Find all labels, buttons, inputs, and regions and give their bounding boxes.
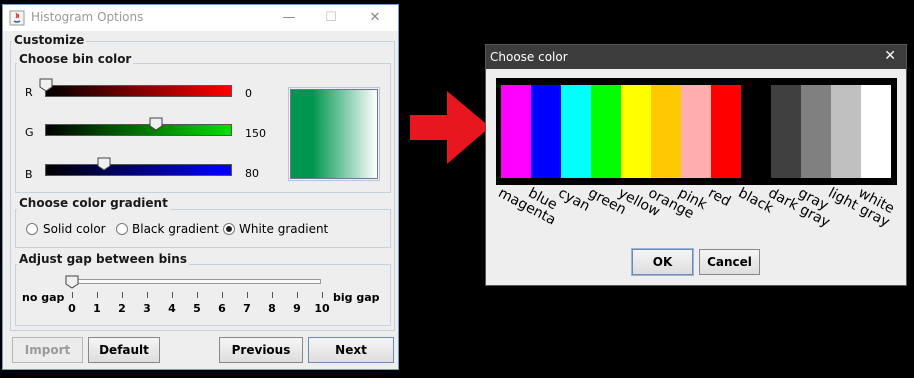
black-gradient-radio[interactable] [116,223,128,235]
color-swatch-light-gray[interactable] [831,85,861,178]
gap-slider-track[interactable] [67,279,321,284]
close-button[interactable]: ✕ [353,8,397,28]
dialog-close-button[interactable]: ✕ [884,48,896,64]
dialog-title-bar[interactable]: Choose color ✕ [486,45,906,69]
color-swatch-red[interactable] [711,85,741,178]
blue-slider-track[interactable] [45,164,232,176]
default-button[interactable]: Default [88,337,160,363]
color-swatch-blue[interactable] [531,85,561,178]
maximize-button[interactable]: ☐ [309,8,353,28]
minimize-button[interactable]: — [267,8,311,28]
green-slider-thumb[interactable] [149,117,163,131]
white-gradient-label[interactable]: White gradient [239,222,328,236]
gap-tick-label: 10 [314,302,330,315]
color-swatch-white[interactable] [861,85,891,178]
gap-tick-label: 8 [268,302,276,315]
blue-value: 80 [245,167,259,180]
red-channel-label: R [25,86,33,99]
color-swatch-pink[interactable] [681,85,711,178]
gap-tick-label: 9 [293,302,301,315]
green-channel-label: G [25,126,34,139]
cancel-button[interactable]: Cancel [699,249,760,275]
gap-tick-label: 0 [68,302,76,315]
gradient-legend: Choose color gradient [17,196,170,210]
color-swatch-yellow[interactable] [621,85,651,178]
title-bar[interactable]: Histogram Options — ☐ ✕ [3,5,398,31]
gap-tick-label: 2 [118,302,126,315]
gap-tick-label: 3 [143,302,151,315]
gap-tick [172,292,173,298]
java-icon [9,10,25,26]
color-swatch-cyan[interactable] [561,85,591,178]
red-slider-thumb[interactable] [39,78,53,92]
gap-tick-label: 6 [218,302,226,315]
gap-tick [72,292,73,298]
arrow-icon [410,91,490,164]
color-swatch-green[interactable] [591,85,621,178]
white-gradient-radio[interactable] [223,223,235,235]
gap-slider-thumb[interactable] [65,275,79,289]
gap-tick [122,292,123,298]
red-value: 0 [245,87,252,100]
histogram-options-window: Histogram Options — ☐ ✕ Customize Choose… [2,4,399,370]
gap-tick [97,292,98,298]
gap-tick-label: 4 [168,302,176,315]
blue-channel-label: B [25,168,33,181]
color-palette [496,78,897,185]
choose-color-dialog: Choose color ✕ magenta blue cyan green yello… [485,44,907,286]
blue-slider-thumb[interactable] [97,157,111,171]
color-label: red [705,185,734,210]
gap-tick [322,292,323,298]
gap-tick [297,292,298,298]
import-button[interactable]: Import [12,337,83,363]
red-slider-track[interactable] [45,85,232,97]
gap-legend: Adjust gap between bins [17,252,189,266]
gap-tick [247,292,248,298]
gap-tick [147,292,148,298]
gap-tick [272,292,273,298]
customize-legend: Customize [12,33,87,47]
green-value: 150 [245,127,266,140]
gap-tick-label: 1 [93,302,101,315]
color-swatch-gray[interactable] [801,85,831,178]
window-title: Histogram Options [31,10,144,24]
solid-color-label[interactable]: Solid color [43,222,106,236]
color-swatch-black[interactable] [741,85,771,178]
no-gap-label: no gap [22,291,65,304]
dialog-title: Choose color [490,50,568,64]
gap-tick [197,292,198,298]
color-preview [288,87,380,181]
ok-button[interactable]: OK [631,248,694,276]
gap-tick-label: 5 [193,302,201,315]
color-swatch-orange[interactable] [651,85,681,178]
gap-tick-label: 7 [243,302,251,315]
bin-color-legend: Choose bin color [17,52,134,66]
gap-tick [222,292,223,298]
green-slider-track[interactable] [45,124,232,136]
big-gap-label: big gap [333,291,380,304]
black-gradient-label[interactable]: Black gradient [132,222,219,236]
previous-button[interactable]: Previous [219,337,303,363]
next-button[interactable]: Next [308,337,394,363]
color-swatch-dark-gray[interactable] [771,85,801,178]
color-swatch-magenta[interactable] [501,85,531,178]
solid-color-radio[interactable] [26,223,38,235]
